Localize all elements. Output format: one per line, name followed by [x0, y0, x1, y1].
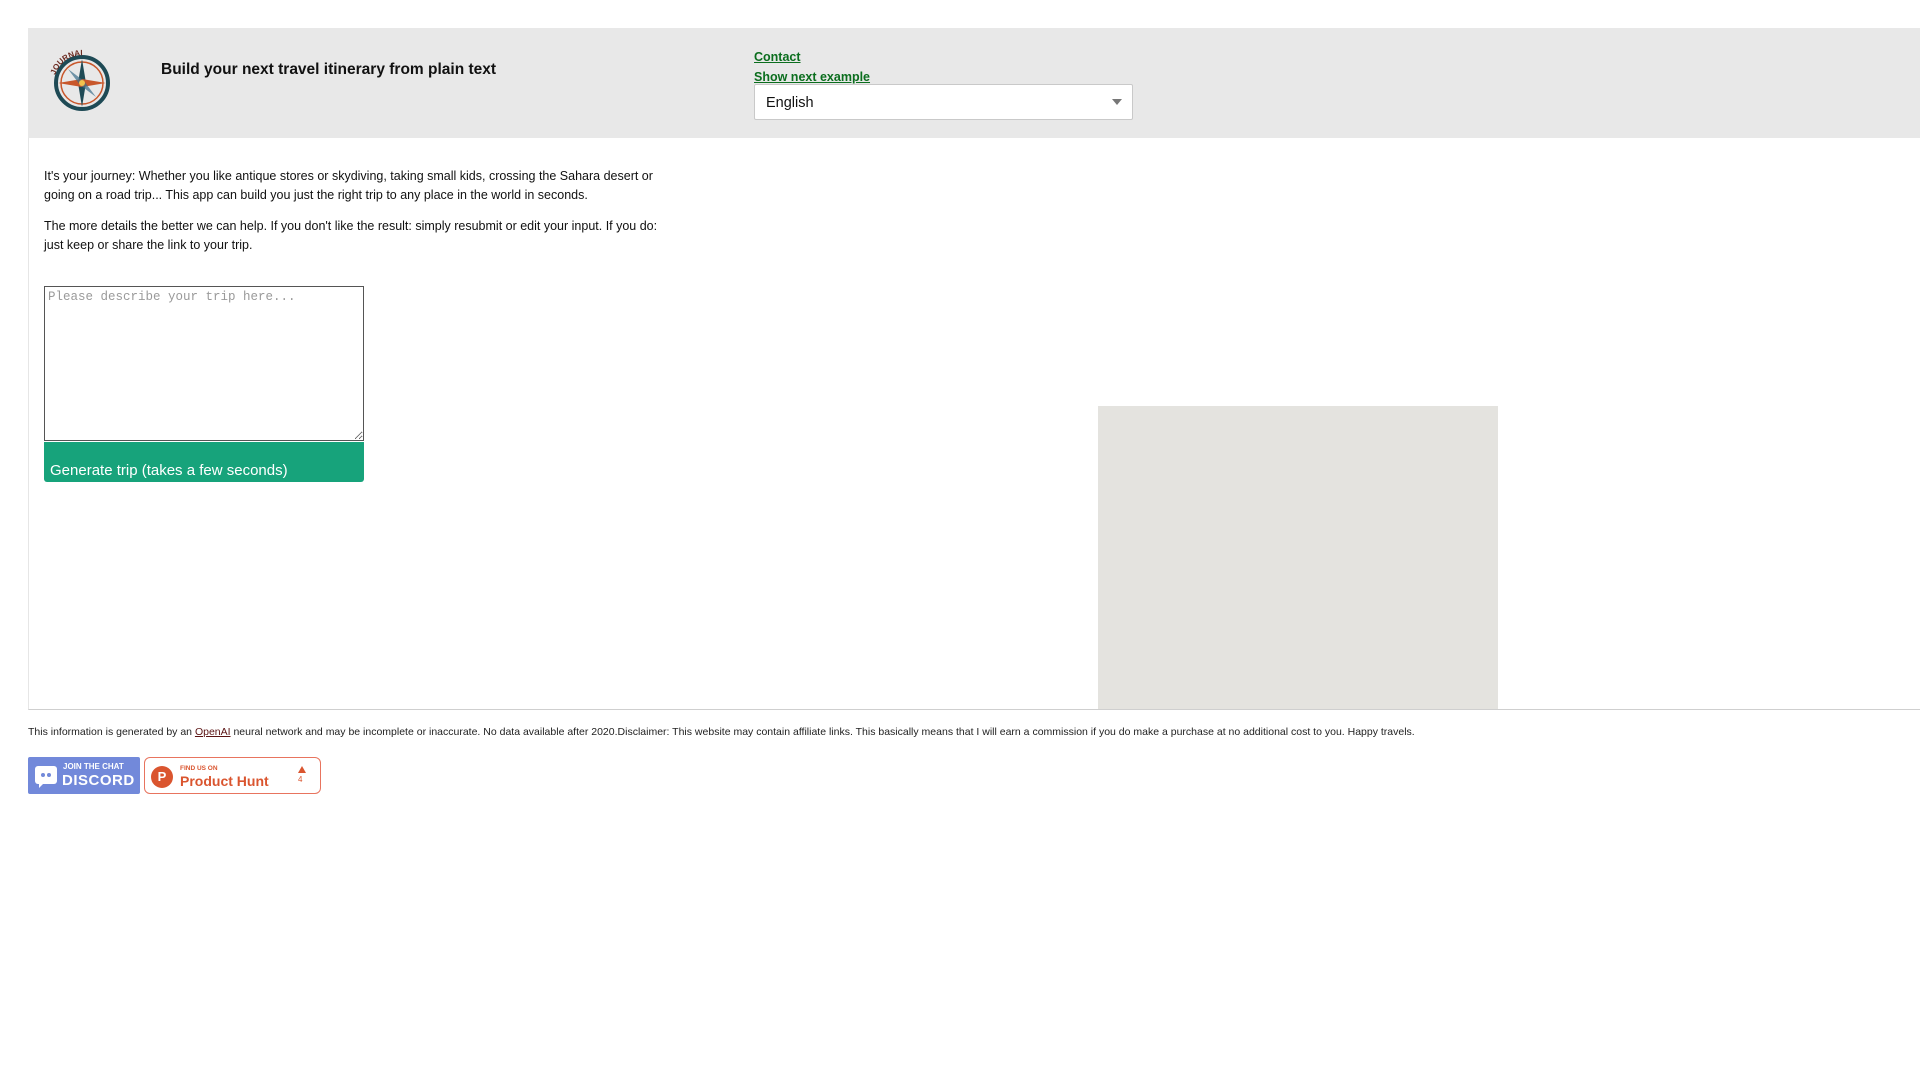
product-hunt-caption: FIND US ON: [180, 765, 218, 772]
discord-badge[interactable]: JOIN THE CHAT DISCORD: [28, 757, 140, 794]
footer-text-before: This information is generated by an: [28, 726, 195, 738]
intro-paragraph: It's your journey: Whether you like anti…: [44, 169, 653, 202]
discord-badge-caption: JOIN THE CHAT: [63, 762, 124, 771]
discord-icon: [35, 766, 57, 788]
compass-logo[interactable]: JOURNAI: [44, 43, 120, 119]
chevron-down-icon: [1112, 99, 1122, 105]
discord-badge-label: DISCORD: [62, 772, 135, 789]
intro-text: It's your journey: Whether you like anti…: [44, 167, 664, 267]
product-hunt-badge[interactable]: P FIND US ON Product Hunt 4: [144, 757, 321, 794]
openai-link[interactable]: OpenAI: [195, 726, 231, 738]
upvote-icon: [298, 766, 306, 773]
trip-description-input[interactable]: [44, 286, 364, 441]
intro-paragraph: The more details the better we can help.…: [44, 219, 658, 252]
contact-link[interactable]: Contact: [754, 47, 870, 67]
language-select[interactable]: English: [754, 84, 1133, 120]
product-hunt-icon: P: [151, 766, 173, 788]
product-hunt-label: Product Hunt: [180, 773, 269, 789]
language-select-value: English: [766, 95, 814, 111]
generate-trip-button[interactable]: Generate trip (takes a few seconds): [44, 442, 364, 482]
header-links: Contact Show next example: [754, 47, 870, 87]
footer-text-after: neural network and may be incomplete or …: [230, 726, 1415, 738]
site-header: JOURNAI Build your next travel itinerary…: [28, 28, 1920, 138]
page-title: Build your next travel itinerary from pl…: [161, 61, 497, 78]
footer-disclaimer: This information is generated by an Open…: [28, 726, 1415, 738]
upvote-count: 4: [298, 775, 303, 784]
map-placeholder[interactable]: [1098, 406, 1498, 709]
